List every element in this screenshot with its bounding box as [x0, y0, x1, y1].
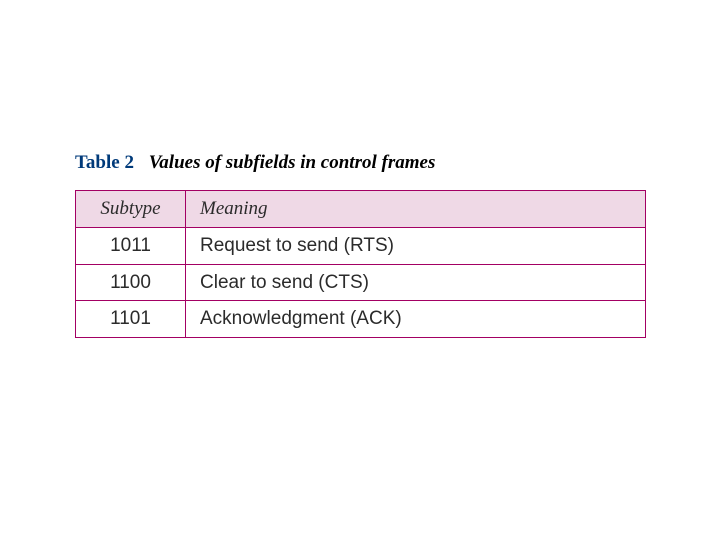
table-row: 1011 Request to send (RTS)	[76, 227, 646, 264]
table-caption: Table 2 Values of subfields in control f…	[75, 152, 435, 175]
cell-subtype: 1100	[76, 264, 186, 301]
cell-meaning: Request to send (RTS)	[186, 227, 646, 264]
table-row: 1101 Acknowledgment (ACK)	[76, 301, 646, 338]
table-header-row: Subtype Meaning	[76, 191, 646, 228]
cell-meaning: Clear to send (CTS)	[186, 264, 646, 301]
table-row: 1100 Clear to send (CTS)	[76, 264, 646, 301]
col-header-subtype: Subtype	[76, 191, 186, 228]
table-label: Table 2	[75, 152, 134, 173]
table-container: Subtype Meaning 1011 Request to send (RT…	[75, 190, 645, 338]
page: Table 2 Values of subfields in control f…	[0, 0, 720, 540]
cell-subtype: 1101	[76, 301, 186, 338]
subfields-table: Subtype Meaning 1011 Request to send (RT…	[75, 190, 646, 338]
cell-meaning: Acknowledgment (ACK)	[186, 301, 646, 338]
col-header-meaning: Meaning	[186, 191, 646, 228]
table-title: Values of subfields in control frames	[149, 152, 436, 173]
cell-subtype: 1011	[76, 227, 186, 264]
